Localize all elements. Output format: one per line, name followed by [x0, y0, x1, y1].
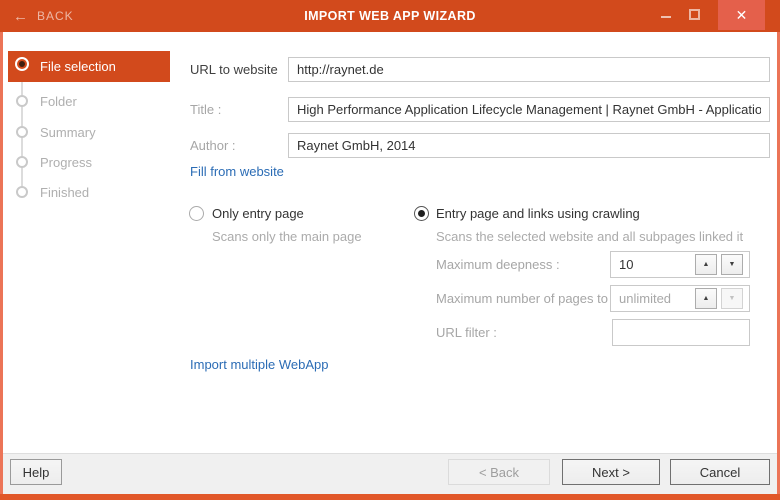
close-icon: ✕	[735, 6, 748, 23]
sidebar-step-progress: Progress	[40, 155, 93, 170]
deepness-spin-up-button[interactable]: ▲	[695, 254, 717, 275]
radio-entry-and-links[interactable]	[414, 206, 429, 221]
window-border-left	[0, 32, 3, 494]
next-button[interactable]: Next >	[562, 459, 660, 485]
title-label: Title :	[190, 102, 222, 117]
cancel-button[interactable]: Cancel	[670, 459, 770, 485]
max-deepness-input[interactable]	[611, 252, 691, 277]
import-web-app-wizard-window: ← BACK IMPORT WEB APP WIZARD ✕ File sele…	[0, 0, 780, 500]
max-deepness-label: Maximum deepness :	[436, 257, 560, 272]
step-circle-icon	[16, 156, 28, 168]
radio-entry-and-links-desc: Scans the selected website and all subpa…	[436, 229, 744, 244]
url-filter-label: URL filter :	[436, 325, 497, 340]
maximize-icon	[689, 9, 700, 20]
max-pages-input[interactable]	[611, 286, 691, 311]
deepness-spin-down-button[interactable]: ▼	[721, 254, 743, 275]
max-pages-spin-down-button: ▼	[721, 288, 743, 309]
footer-bar: Help < Back Next > Cancel	[3, 453, 777, 494]
author-input[interactable]	[289, 134, 769, 157]
step-circle-icon	[16, 126, 28, 138]
step-circle-icon	[16, 186, 28, 198]
step-file-selection-label: File selection	[40, 59, 116, 74]
maximize-button[interactable]	[684, 0, 706, 30]
author-label: Author :	[190, 138, 236, 153]
max-pages-field-border: ▲ ▼	[610, 285, 750, 312]
url-filter-input[interactable]	[613, 320, 749, 345]
max-deepness-field-border: ▲ ▼	[610, 251, 750, 278]
title-bar: ← BACK IMPORT WEB APP WIZARD ✕	[0, 0, 780, 32]
sidebar-step-folder: Folder	[40, 94, 77, 109]
sidebar-step-finished: Finished	[40, 185, 90, 200]
step-active-circle-icon	[15, 57, 29, 71]
back-button: < Back	[448, 459, 550, 485]
minimize-icon	[661, 16, 671, 18]
radio-only-entry-page-label: Only entry page	[212, 206, 304, 221]
fill-from-website-link[interactable]: Fill from website	[190, 164, 284, 179]
radio-entry-and-links-label: Entry page and links using crawling	[436, 206, 640, 221]
arrow-down-icon: ▼	[728, 295, 736, 302]
max-pages-spin-up-button[interactable]: ▲	[695, 288, 717, 309]
radio-only-entry-page-desc: Scans only the main page	[212, 229, 362, 244]
arrow-up-icon: ▲	[702, 261, 710, 268]
author-field-border	[288, 133, 770, 158]
arrow-down-icon: ▼	[728, 261, 736, 268]
help-button[interactable]: Help	[10, 459, 62, 485]
url-label: URL to website	[190, 62, 278, 77]
window-border-bottom	[0, 494, 780, 500]
url-field-border	[288, 57, 770, 82]
minimize-button[interactable]	[655, 0, 677, 30]
close-button[interactable]: ✕	[718, 0, 765, 30]
url-filter-field-border	[612, 319, 750, 346]
sidebar-step-summary: Summary	[40, 125, 96, 140]
step-circle-icon	[16, 95, 28, 107]
title-field-border	[288, 97, 770, 122]
arrow-up-icon: ▲	[702, 295, 710, 302]
radio-only-entry-page[interactable]	[189, 206, 204, 221]
import-multiple-webapp-link[interactable]: Import multiple WebApp	[190, 357, 329, 372]
url-input[interactable]	[289, 58, 769, 81]
title-input[interactable]	[289, 98, 769, 121]
